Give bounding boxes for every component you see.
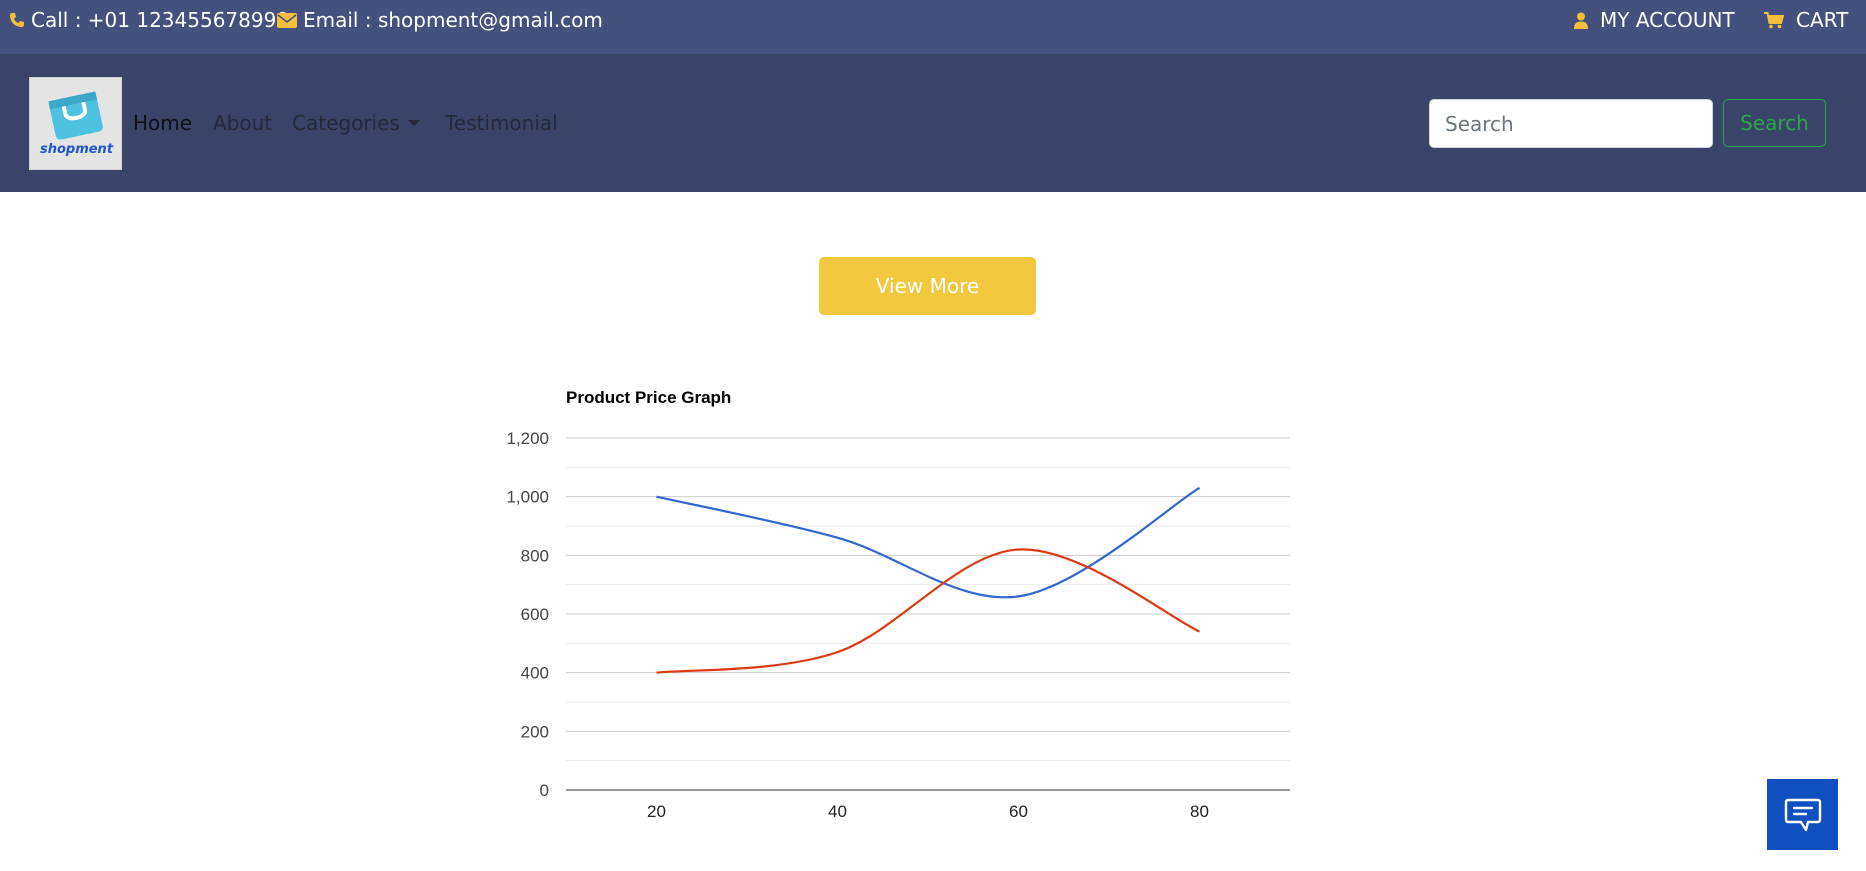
- shopping-bag-icon: [48, 91, 103, 140]
- brand-logo[interactable]: shopment: [29, 77, 122, 170]
- top-contact-bar: Call : +01 123455678990 Email : shopment…: [0, 0, 1866, 54]
- product-price-chart: Product Price Graph 0 200 400 600 800 1,000 1,…: [490, 380, 1310, 871]
- series-line-2: [656, 548, 1200, 674]
- chat-widget-button[interactable]: [1767, 779, 1838, 850]
- cart-icon: [1764, 11, 1784, 29]
- y-tick-label: 600: [521, 605, 549, 624]
- my-account-label: MY ACCOUNT: [1600, 8, 1735, 32]
- main-navbar: shopment Home About Categories Testimoni…: [0, 54, 1866, 192]
- x-tick-label: 60: [1009, 802, 1028, 821]
- user-icon: [1574, 12, 1588, 29]
- search-button[interactable]: Search: [1723, 99, 1826, 147]
- envelope-icon: [277, 12, 297, 28]
- my-account-link[interactable]: MY ACCOUNT: [1574, 8, 1735, 32]
- phone-text: Call : +01 123455678990: [31, 8, 290, 32]
- y-tick-label: 400: [521, 664, 549, 683]
- series-line-1: [656, 486, 1201, 599]
- y-tick-label: 0: [540, 781, 549, 800]
- chat-icon: [1784, 798, 1821, 831]
- logo-text: shopment: [39, 142, 114, 157]
- y-tick-label: 1,000: [506, 488, 549, 507]
- nav-testimonial[interactable]: Testimonial: [445, 111, 558, 135]
- x-tick-label: 20: [647, 802, 666, 821]
- nav-categories[interactable]: Categories: [292, 111, 420, 135]
- phone-icon: [9, 12, 25, 28]
- phone-contact[interactable]: Call : +01 123455678990: [9, 8, 289, 32]
- nav-home[interactable]: Home: [133, 111, 192, 135]
- email-text: Email : shopment@gmail.com: [303, 8, 603, 32]
- chart-canvas: 0 200 400 600 800 1,000 1,200 20 40 60 80: [506, 429, 1290, 821]
- search-input[interactable]: [1429, 99, 1713, 148]
- cart-label: CART: [1796, 8, 1849, 32]
- caret-down-icon: [407, 120, 420, 126]
- cart-link[interactable]: CART: [1764, 8, 1848, 32]
- email-contact[interactable]: Email : shopment@gmail.com: [277, 8, 603, 32]
- x-tick-label: 80: [1190, 802, 1209, 821]
- nav-categories-label: Categories: [292, 111, 400, 135]
- y-tick-label: 200: [521, 722, 549, 741]
- view-more-button[interactable]: View More: [819, 257, 1036, 315]
- y-tick-label: 1,200: [506, 429, 549, 448]
- x-tick-label: 40: [828, 802, 847, 821]
- y-tick-label: 800: [521, 546, 549, 565]
- nav-about[interactable]: About: [213, 111, 272, 135]
